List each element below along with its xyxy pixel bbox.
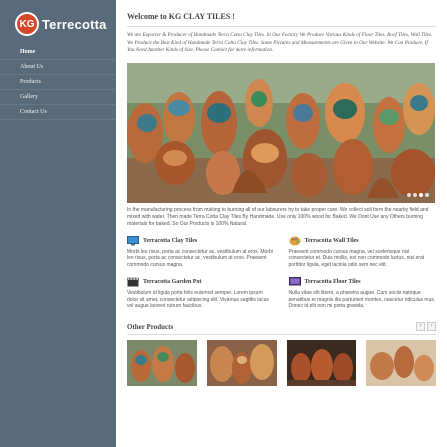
logo[interactable]: KG Terrecotta <box>15 12 107 36</box>
feature-text: Morbi leo risus, porta ac consectetur ac… <box>127 248 273 269</box>
feature-clay-tiles: Terracotta Clay Tiles Morbi leo risus, p… <box>127 235 275 269</box>
slider-dot[interactable] <box>413 192 417 197</box>
logo-text: Terrecotta <box>42 16 107 32</box>
next-arrow-button[interactable]: › <box>427 322 436 332</box>
screen-icon <box>288 276 301 287</box>
feature-title[interactable]: Terracotta Floor Tiles <box>305 279 361 285</box>
feature-head: Terracotta Floor Tiles <box>288 276 437 287</box>
feature-title[interactable]: Terracotta Wall Tiles <box>305 238 359 244</box>
hero-image <box>127 62 435 203</box>
clapperboard-icon <box>127 277 139 287</box>
feature-head: Terracotta Garden Pot <box>127 277 275 287</box>
nav-item-products[interactable]: Products <box>0 75 116 90</box>
slider-dot[interactable] <box>425 192 429 197</box>
other-products-title: Other Products <box>127 322 174 331</box>
prev-arrow-button[interactable]: ‹ <box>416 322 425 332</box>
feature-garden-pot: Terracotta Garden Pot Vestibulum id ligu… <box>127 277 275 310</box>
monitor-icon <box>127 235 139 246</box>
feature-text: Nulla vitae elit libero, a pharetra augu… <box>288 289 436 310</box>
hero-slider[interactable] <box>127 62 435 203</box>
feature-wall-tiles: Terracotta Wall Tiles Praesent commodo c… <box>289 236 437 269</box>
sidebar: KG Terrecotta Home About Us Products Gal… <box>0 0 116 447</box>
slider-dot-active[interactable] <box>419 192 423 197</box>
product-thumbnail[interactable] <box>206 340 277 387</box>
nav-item-home[interactable]: Home <box>0 45 116 60</box>
carousel-arrows: ‹ › <box>416 322 436 332</box>
nav-item-about-us[interactable]: About Us <box>0 60 116 75</box>
feature-floor-tiles: Terracotta Floor Tiles Nulla vitae elit … <box>288 276 437 310</box>
nav-item-gallery[interactable]: Gallery <box>0 90 116 105</box>
page-title: Welcome to KG CLAY TILES ! <box>127 12 436 27</box>
feature-text: Praesent commodo cursus magna, vel scele… <box>288 248 425 269</box>
product-thumbnail[interactable] <box>127 340 197 387</box>
other-products-header: Other Products ‹ › <box>127 322 436 336</box>
feature-text: Vestibulum id ligula porta felis euismod… <box>127 289 269 310</box>
main-nav: Home About Us Products Gallery Contact U… <box>0 45 116 120</box>
product-thumbnails <box>127 340 436 387</box>
palette-icon <box>289 236 301 246</box>
intro-text: We are Exporter & Producer of Handmade T… <box>127 32 433 53</box>
feature-head: Terracotta Wall Tiles <box>289 236 437 246</box>
main-content: Welcome to KG CLAY TILES ! We are Export… <box>116 0 447 447</box>
feature-title[interactable]: Terracotta Garden Pot <box>143 279 201 285</box>
logo-badge: KG <box>15 12 39 36</box>
product-thumbnail[interactable] <box>366 340 436 387</box>
slider-dots <box>407 192 429 197</box>
slider-dot[interactable] <box>407 192 411 197</box>
nav-item-contact-us[interactable]: Contact Us <box>0 105 116 120</box>
features-grid: Terracotta Clay Tiles Morbi leo risus, p… <box>127 235 437 311</box>
product-thumbnail[interactable] <box>286 340 357 387</box>
feature-head: Terracotta Clay Tiles <box>127 235 275 246</box>
feature-title[interactable]: Terracotta Clay Tiles <box>143 238 197 244</box>
description-text: In the manufacturing process from making… <box>127 206 429 227</box>
